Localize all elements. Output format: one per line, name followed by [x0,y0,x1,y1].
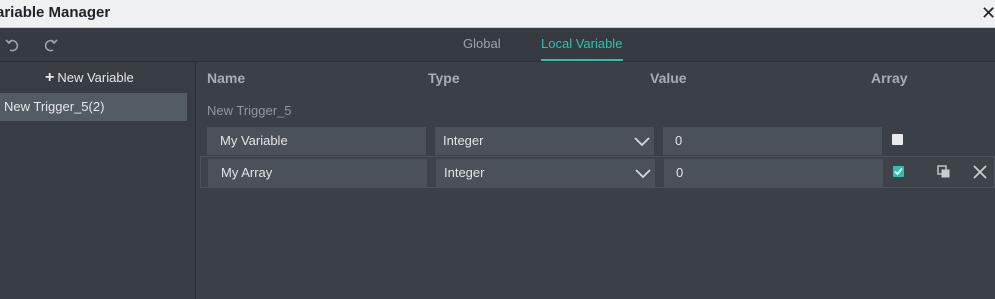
checkmark-icon [894,167,903,176]
column-header-name: Name [207,70,246,86]
array-checkbox[interactable] [893,166,904,177]
copy-icon[interactable] [937,165,951,179]
variable-name-field[interactable]: My Array [208,159,427,187]
redo-icon[interactable] [41,36,59,54]
column-header-type: Type [428,70,460,86]
table-row: My Array Integer 0 [200,156,995,188]
delete-icon[interactable] [972,164,988,180]
column-header-value: Value [650,70,687,86]
new-variable-button[interactable]: + New Variable [45,69,134,87]
window-title: ariable Manager [0,4,111,21]
sidebar-item-trigger[interactable]: New Trigger_5(2) [0,93,187,121]
chevron-down-icon [634,137,650,147]
undo-icon[interactable] [4,36,22,54]
variable-value-field[interactable]: 0 [664,159,883,187]
chevron-down-icon [635,169,651,179]
variable-type-select[interactable]: Integer [435,127,654,155]
new-variable-label: New Variable [57,70,134,85]
array-checkbox[interactable] [892,134,903,145]
toolbar: Global Local Variable [0,28,995,62]
variable-name-field[interactable]: My Variable [207,127,426,155]
tab-global[interactable]: Global [463,36,501,51]
sidebar: + New Variable New Trigger_5(2) [0,62,196,299]
tab-local-variable[interactable]: Local Variable [541,36,622,51]
column-header-array: Array [871,70,908,86]
plus-icon: + [45,69,55,86]
close-icon[interactable]: ✕ [981,2,995,24]
active-tab-indicator [541,59,623,61]
variable-type-select[interactable]: Integer [436,159,655,187]
trigger-group-label: New Trigger_5 [207,103,292,118]
table-row: My Variable Integer 0 [200,125,995,157]
variable-value-field[interactable]: 0 [663,127,882,155]
variable-table: Name Type Value Array New Trigger_5 My V… [197,62,995,299]
variable-type-value: Integer [443,133,484,148]
title-bar: ariable Manager ✕ [0,0,995,28]
variable-type-value: Integer [444,165,485,180]
